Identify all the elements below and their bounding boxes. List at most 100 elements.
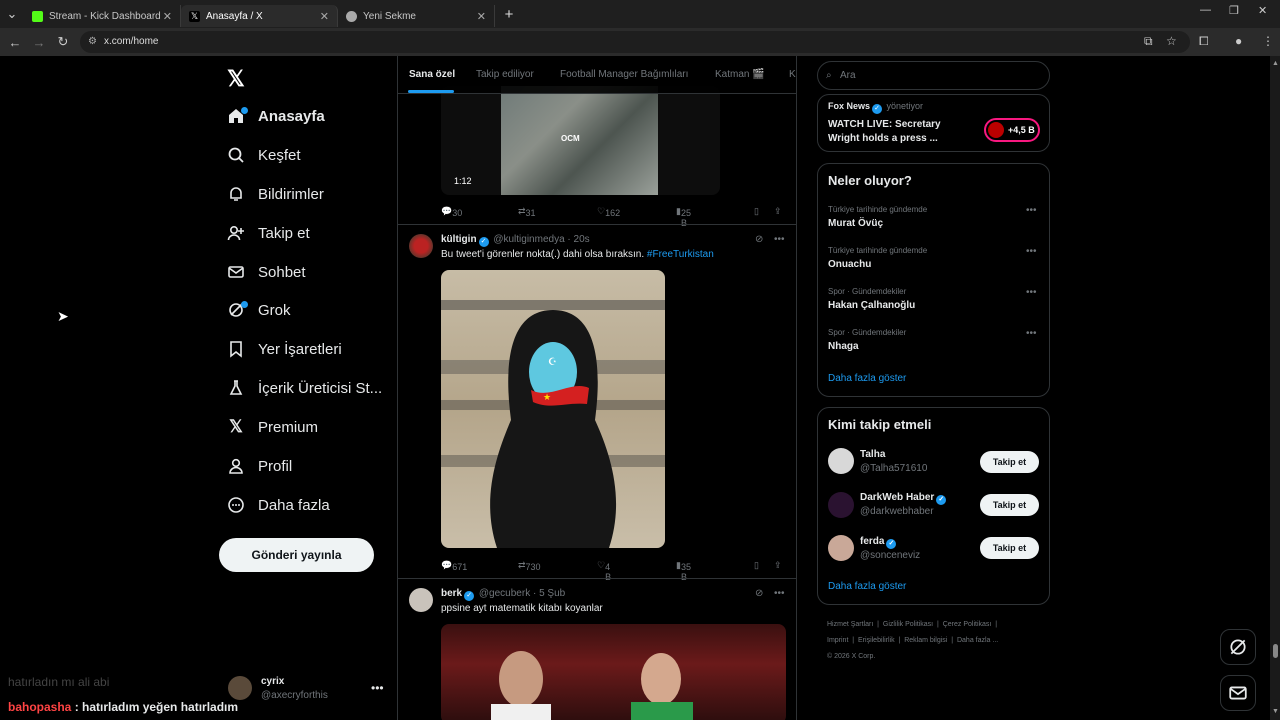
nav-item-home[interactable]: Anasayfa <box>226 103 325 129</box>
reload-icon[interactable]: ↻ <box>51 34 75 50</box>
nav-item-premium[interactable]: 𝕏 Premium <box>226 414 318 440</box>
tab-search-icon[interactable]: ⌄ <box>0 6 24 22</box>
chrome-menu-icon[interactable]: ⋮ <box>1262 34 1274 48</box>
tab-for-you[interactable]: Sana özel <box>409 69 455 80</box>
more-options-icon[interactable]: ••• <box>1026 328 1037 339</box>
hashtag-link[interactable]: #FreeTurkistan <box>647 249 714 260</box>
minimize-icon[interactable]: — <box>1200 4 1211 16</box>
share-icon[interactable]: ⇪ <box>774 206 782 217</box>
install-app-icon[interactable]: ⧉ <box>1144 34 1153 49</box>
nav-item-bookmarks[interactable]: Yer İşaretleri <box>226 336 342 362</box>
more-options-icon[interactable]: ••• <box>774 588 785 599</box>
site-info-icon[interactable]: ⚙ <box>88 31 97 53</box>
post-image[interactable]: ☪ ★ <box>441 270 665 548</box>
scrollbar-thumb[interactable] <box>1273 644 1278 658</box>
nav-item-profile[interactable]: Profil <box>226 453 292 479</box>
browser-tab-new[interactable]: Yeni Sekme ✕ <box>338 5 495 27</box>
nav-item-explore[interactable]: Keşfet <box>226 142 301 168</box>
close-window-icon[interactable]: ✕ <box>1258 4 1267 17</box>
back-icon[interactable]: ← <box>3 35 27 50</box>
repost-button[interactable]: ⇄ 31 <box>518 206 536 218</box>
like-button[interactable]: ♡ 4 B <box>597 560 611 582</box>
grok-icon[interactable]: ⊘ <box>755 234 763 245</box>
nav-item-follow[interactable]: Takip et <box>226 220 310 246</box>
post-image[interactable] <box>441 624 786 720</box>
bookmark-icon[interactable]: ▯ <box>754 560 759 571</box>
scroll-down-icon[interactable]: ▼ <box>1272 708 1279 715</box>
show-more-link[interactable]: Daha fazla göster <box>828 581 906 592</box>
like-button[interactable]: ♡ 162 <box>597 206 620 218</box>
nav-item-grok[interactable]: Grok <box>226 297 291 323</box>
author-name[interactable]: kültigin <box>441 234 477 245</box>
nav-item-chat[interactable]: Sohbet <box>226 259 306 285</box>
follow-button[interactable]: Takip et <box>980 451 1039 473</box>
footer-link[interactable]: Hizmet Şartları <box>827 621 873 628</box>
tab-football-manager[interactable]: Football Manager Bağımlıları <box>560 69 688 80</box>
footer-link[interactable]: Erişilebilirlik <box>858 637 895 644</box>
messages-fab-button[interactable] <box>1220 675 1256 711</box>
author-handle[interactable]: @gecuberk <box>479 588 530 599</box>
video-media[interactable]: OCM 1:12 <box>441 86 720 195</box>
live-badge[interactable]: +4,5 B <box>984 118 1040 142</box>
trend-name[interactable]: Onuachu <box>828 259 871 270</box>
browser-tab-kick[interactable]: Stream - Kick Dashboard ✕ <box>24 5 181 27</box>
profile-avatar-icon[interactable]: ● <box>1235 34 1242 48</box>
search-input[interactable]: ⌕ Ara <box>817 61 1050 90</box>
follow-name[interactable]: ferda <box>860 536 884 547</box>
bookmark-icon[interactable]: ▯ <box>754 206 759 217</box>
nav-item-creator-studio[interactable]: İçerik Üreticisi St... <box>226 375 382 401</box>
footer-link[interactable]: Reklam bilgisi <box>904 637 947 644</box>
reply-button[interactable]: 💬 671 <box>441 560 467 572</box>
more-options-icon[interactable]: ••• <box>1026 205 1037 216</box>
more-options-icon[interactable]: ••• <box>774 234 785 245</box>
post-time[interactable]: · 20s <box>567 234 589 245</box>
author-handle[interactable]: @kultiginmedya <box>493 234 564 245</box>
avatar[interactable] <box>828 492 854 518</box>
more-options-icon[interactable]: ••• <box>1026 287 1037 298</box>
footer-link[interactable]: Çerez Politikası <box>943 621 992 628</box>
more-options-icon[interactable]: ••• <box>371 681 384 695</box>
extensions-icon[interactable]: ⧠ <box>1199 34 1209 49</box>
forward-icon[interactable]: → <box>27 35 51 50</box>
avatar[interactable] <box>409 588 433 612</box>
nav-item-more[interactable]: Daha fazla <box>226 492 330 518</box>
url-field[interactable]: ⚙ x.com/home <box>80 31 1190 53</box>
trend-name[interactable]: Murat Övüç <box>828 218 883 229</box>
reply-button[interactable]: 💬 30 <box>441 206 462 218</box>
new-tab-icon[interactable]: + <box>501 6 517 23</box>
author-name[interactable]: berk <box>441 588 462 599</box>
trend-name[interactable]: Nhaga <box>828 341 859 352</box>
scroll-up-icon[interactable]: ▲ <box>1272 60 1279 67</box>
more-options-icon[interactable]: ••• <box>1026 246 1037 257</box>
live-event-card[interactable]: Fox News ✓ yönetiyor WATCH LIVE: Secretar… <box>817 94 1050 152</box>
footer-link[interactable]: Daha fazla ... <box>957 637 998 644</box>
grok-fab-button[interactable] <box>1220 629 1256 665</box>
share-icon[interactable]: ⇪ <box>774 560 782 571</box>
post-time[interactable]: · 5 Şub <box>533 588 565 599</box>
show-more-link[interactable]: Daha fazla göster <box>828 373 906 384</box>
account-switcher[interactable]: cyrix @axecryforthis ••• <box>228 673 388 705</box>
browser-tab-x[interactable]: 𝕏 Anasayfa / X ✕ <box>181 5 338 27</box>
repost-button[interactable]: ⇄ 730 <box>518 560 541 572</box>
tab-katman[interactable]: Katman 🎬 <box>715 69 765 80</box>
trend-name[interactable]: Hakan Çalhanoğlu <box>828 300 915 311</box>
follow-button[interactable]: Takip et <box>980 494 1039 516</box>
follow-name[interactable]: Talha <box>860 449 885 460</box>
scrollbar[interactable]: ▲ ▼ <box>1270 56 1280 720</box>
avatar[interactable] <box>828 448 854 474</box>
views-button[interactable]: ▮ 35 B <box>676 560 691 582</box>
avatar[interactable] <box>409 234 433 258</box>
footer-link[interactable]: Gizlilik Politikası <box>883 621 933 628</box>
grok-icon[interactable]: ⊘ <box>755 588 763 599</box>
follow-name[interactable]: DarkWeb Haber <box>860 492 934 503</box>
follow-button[interactable]: Takip et <box>980 537 1039 559</box>
footer-link[interactable]: Imprint <box>827 637 848 644</box>
close-tab-icon[interactable]: ✕ <box>477 10 486 23</box>
tab-ka[interactable]: Ka <box>789 69 796 80</box>
post-button[interactable]: Gönderi yayınla <box>219 538 374 572</box>
avatar[interactable] <box>828 535 854 561</box>
maximize-icon[interactable]: ❐ <box>1229 4 1239 17</box>
x-logo-icon[interactable]: 𝕏 <box>227 66 245 92</box>
tab-following[interactable]: Takip ediliyor <box>476 69 534 80</box>
close-tab-icon[interactable]: ✕ <box>163 10 172 23</box>
